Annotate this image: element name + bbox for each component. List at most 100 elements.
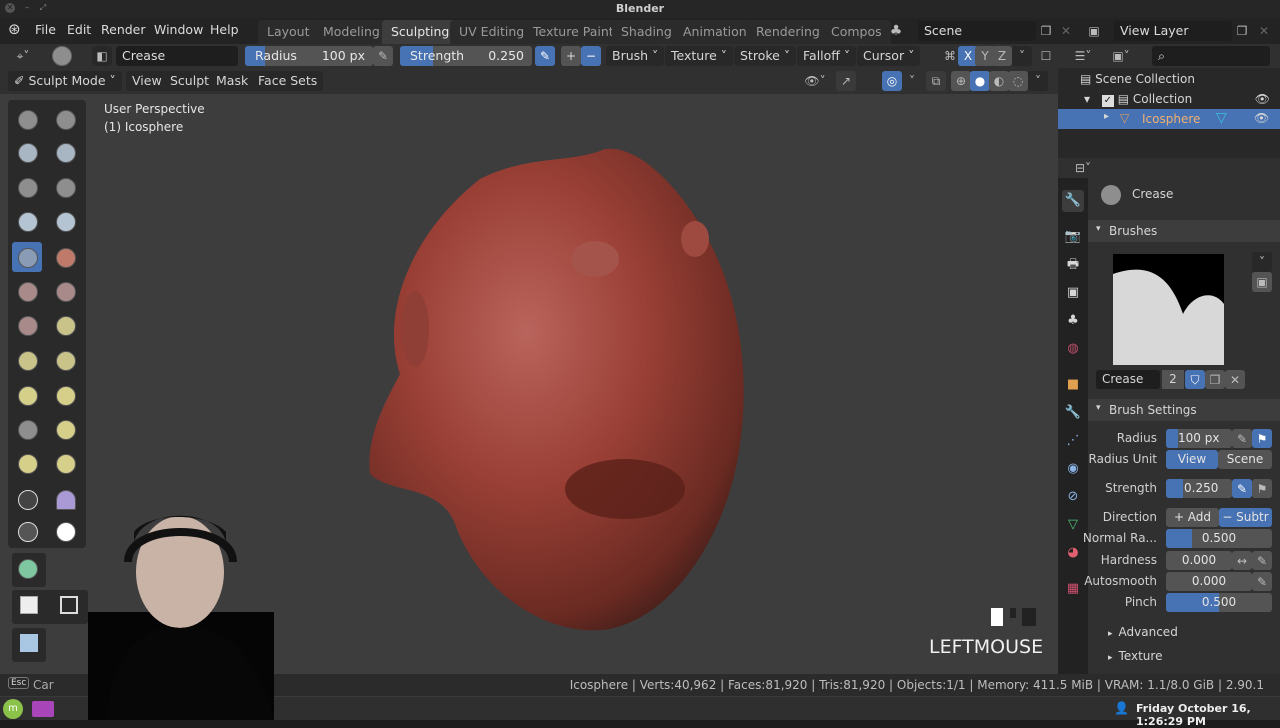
tool-clay-strips[interactable] bbox=[50, 137, 80, 167]
unlink-brush-icon[interactable]: ✕ bbox=[1225, 370, 1245, 389]
exclude-checkbox[interactable]: ✓ bbox=[1101, 95, 1114, 107]
shading-options-chevron-icon[interactable]: ˅ bbox=[1028, 71, 1048, 91]
tool-draw[interactable] bbox=[12, 104, 42, 134]
display-mode-icon[interactable]: ☰˅ bbox=[1068, 46, 1098, 66]
texture-menu[interactable]: Texture ˅ bbox=[665, 46, 733, 66]
hardness-invert-icon[interactable]: ↔ bbox=[1232, 551, 1252, 570]
brush-preview-thumbnail[interactable] bbox=[1113, 254, 1224, 365]
delete-scene-icon[interactable]: ✕ bbox=[1056, 21, 1076, 41]
tool-mask[interactable] bbox=[50, 516, 80, 546]
falloff-menu[interactable]: Falloff ˅ bbox=[797, 46, 857, 66]
tool-settings-icon[interactable]: ⌖˅ bbox=[8, 46, 38, 66]
tool-draw-sharp[interactable] bbox=[50, 104, 80, 134]
scene-tab-icon[interactable]: ♣ bbox=[1062, 310, 1084, 332]
tool-fill[interactable] bbox=[50, 276, 80, 306]
hardness-field[interactable]: 0.000 bbox=[1166, 551, 1232, 570]
outliner-row-icosphere[interactable]: ▸ ▽ Icosphere ▽ 👁 bbox=[1058, 109, 1280, 129]
new-view-layer-icon[interactable]: ❐ bbox=[1232, 21, 1252, 41]
xray-icon[interactable]: ⧉ bbox=[926, 71, 946, 91]
visibility-selector-icon[interactable]: 👁˅ bbox=[802, 71, 828, 91]
autosmooth-field[interactable]: 0.000 bbox=[1166, 572, 1252, 591]
overlays-icon[interactable]: ◎ bbox=[882, 71, 902, 91]
brush-users-count[interactable]: 2 bbox=[1162, 370, 1184, 389]
tool-scrape[interactable] bbox=[12, 310, 42, 340]
menu-window[interactable]: Window bbox=[154, 22, 203, 37]
brushes-panel-header[interactable]: ▾ Brushes bbox=[1088, 220, 1280, 242]
visibility-eye-icon[interactable]: 👁 bbox=[1255, 92, 1270, 106]
tool-clay[interactable] bbox=[12, 137, 42, 167]
shading-rendered-icon[interactable]: ◌ bbox=[1008, 71, 1028, 91]
tab-compositing[interactable]: Compos bbox=[822, 20, 891, 44]
outliner-row-collection[interactable]: ▾ ✓ ▤ Collection 👁 bbox=[1084, 92, 1280, 107]
advanced-subpanel[interactable]: ▸ Advanced bbox=[1108, 625, 1178, 639]
object-tab-icon[interactable]: ■ bbox=[1062, 374, 1084, 396]
view-layer-tab-icon[interactable]: ▣ bbox=[1062, 282, 1084, 304]
tool-grab[interactable] bbox=[50, 345, 80, 375]
tab-animation[interactable]: Animation bbox=[674, 20, 756, 44]
scene-name-field[interactable]: Scene bbox=[918, 21, 1036, 41]
tool-rotate[interactable] bbox=[50, 448, 80, 478]
editor-type-icon[interactable]: ⊟˅ bbox=[1068, 158, 1098, 178]
world-tab-icon[interactable]: ◍ bbox=[1062, 338, 1084, 360]
mint-menu-icon[interactable]: m bbox=[3, 699, 23, 719]
gizmo-icon[interactable]: ↗ bbox=[836, 71, 856, 91]
blender-logo-icon[interactable]: ⊛ bbox=[8, 20, 21, 38]
expand-arrow-icon[interactable]: ▾ bbox=[1084, 92, 1090, 106]
material-tab-icon[interactable]: ◕ bbox=[1062, 542, 1084, 564]
radius-pressure-icon[interactable]: ✎ bbox=[1232, 429, 1252, 448]
normal-radius-field[interactable]: 0.500 bbox=[1166, 529, 1272, 548]
shading-wireframe-icon[interactable]: ⊕ bbox=[951, 71, 971, 91]
tab-rendering[interactable]: Rendering bbox=[747, 20, 829, 44]
menu-sculpt[interactable]: Sculpt bbox=[164, 71, 216, 91]
tool-blob[interactable] bbox=[50, 206, 80, 236]
tool-flatten[interactable] bbox=[12, 276, 42, 306]
direction-add-button[interactable]: + Add bbox=[1166, 508, 1219, 527]
brush-image-icon[interactable]: ▣ bbox=[1252, 272, 1272, 292]
shading-material-icon[interactable]: ◐ bbox=[989, 71, 1009, 91]
new-scene-icon[interactable]: ❐ bbox=[1036, 21, 1056, 41]
symmetry-options-chevron-icon[interactable]: ˅ bbox=[1012, 46, 1032, 66]
tool-pinch[interactable] bbox=[12, 345, 42, 375]
outliner-row-scene-collection[interactable]: ▤ Scene Collection bbox=[1080, 72, 1195, 86]
output-tab-icon[interactable]: 🖶 bbox=[1062, 254, 1084, 276]
radius-field[interactable]: 100 px bbox=[1166, 429, 1232, 448]
tool-slide-relax[interactable] bbox=[12, 484, 42, 514]
strength-unified-icon[interactable]: ⚑ bbox=[1252, 479, 1272, 498]
tool-tab-icon[interactable]: 🔧 bbox=[1062, 190, 1084, 212]
tab-modeling[interactable]: Modeling bbox=[314, 20, 389, 44]
tool-crease[interactable] bbox=[12, 242, 42, 272]
radius-slider[interactable]: Radius 100 px bbox=[245, 46, 373, 66]
tab-shading[interactable]: Shading bbox=[612, 20, 681, 44]
tool-snake-hook[interactable] bbox=[50, 380, 80, 410]
brush-browse-icon[interactable]: ◧ bbox=[92, 46, 112, 66]
tab-layout[interactable]: Layout bbox=[258, 20, 319, 44]
tool-simplify[interactable] bbox=[12, 516, 42, 546]
strength-pressure-icon[interactable]: ✎ bbox=[535, 46, 555, 66]
visibility-eye-icon[interactable]: 👁 bbox=[1254, 111, 1269, 125]
radius-pressure-icon[interactable]: ✎ bbox=[373, 46, 393, 66]
physics-tab-icon[interactable]: ◉ bbox=[1062, 458, 1084, 480]
menu-render[interactable]: Render bbox=[101, 22, 146, 37]
view-layer-icon[interactable]: ▣ bbox=[1084, 21, 1104, 41]
direction-add-button[interactable]: + bbox=[561, 46, 581, 66]
view-layer-field[interactable]: View Layer bbox=[1114, 21, 1232, 41]
brush-preview-chevron-icon[interactable]: ˅ bbox=[1252, 252, 1272, 272]
outliner-search-input[interactable]: ⌕ bbox=[1152, 46, 1270, 66]
tool-elastic-deform[interactable] bbox=[12, 380, 42, 410]
filter-view-layer-icon[interactable]: ▣˅ bbox=[1106, 46, 1136, 66]
tool-clay-thumb[interactable] bbox=[12, 172, 42, 202]
direction-subtract-button[interactable]: − bbox=[581, 46, 601, 66]
menu-face-sets[interactable]: Face Sets bbox=[252, 71, 324, 91]
texture-tab-icon[interactable]: ▦ bbox=[1062, 578, 1084, 600]
tool-smooth[interactable] bbox=[50, 242, 80, 272]
delete-view-layer-icon[interactable]: ✕ bbox=[1254, 21, 1274, 41]
data-tab-icon[interactable]: ▽ bbox=[1062, 514, 1084, 536]
menu-help[interactable]: Help bbox=[210, 22, 239, 37]
tool-inflate[interactable] bbox=[12, 206, 42, 236]
strength-pressure-icon[interactable]: ✎ bbox=[1232, 479, 1252, 498]
mode-selector[interactable]: ✐ Sculpt Mode ˅ bbox=[8, 71, 122, 91]
symmetry-z-toggle[interactable]: Z bbox=[992, 46, 1012, 66]
radius-unified-icon[interactable]: ⚑ bbox=[1252, 429, 1272, 448]
toggle-sidebar-icon[interactable]: ☐ bbox=[1036, 46, 1056, 66]
tool-draw-face-sets[interactable] bbox=[12, 553, 46, 587]
